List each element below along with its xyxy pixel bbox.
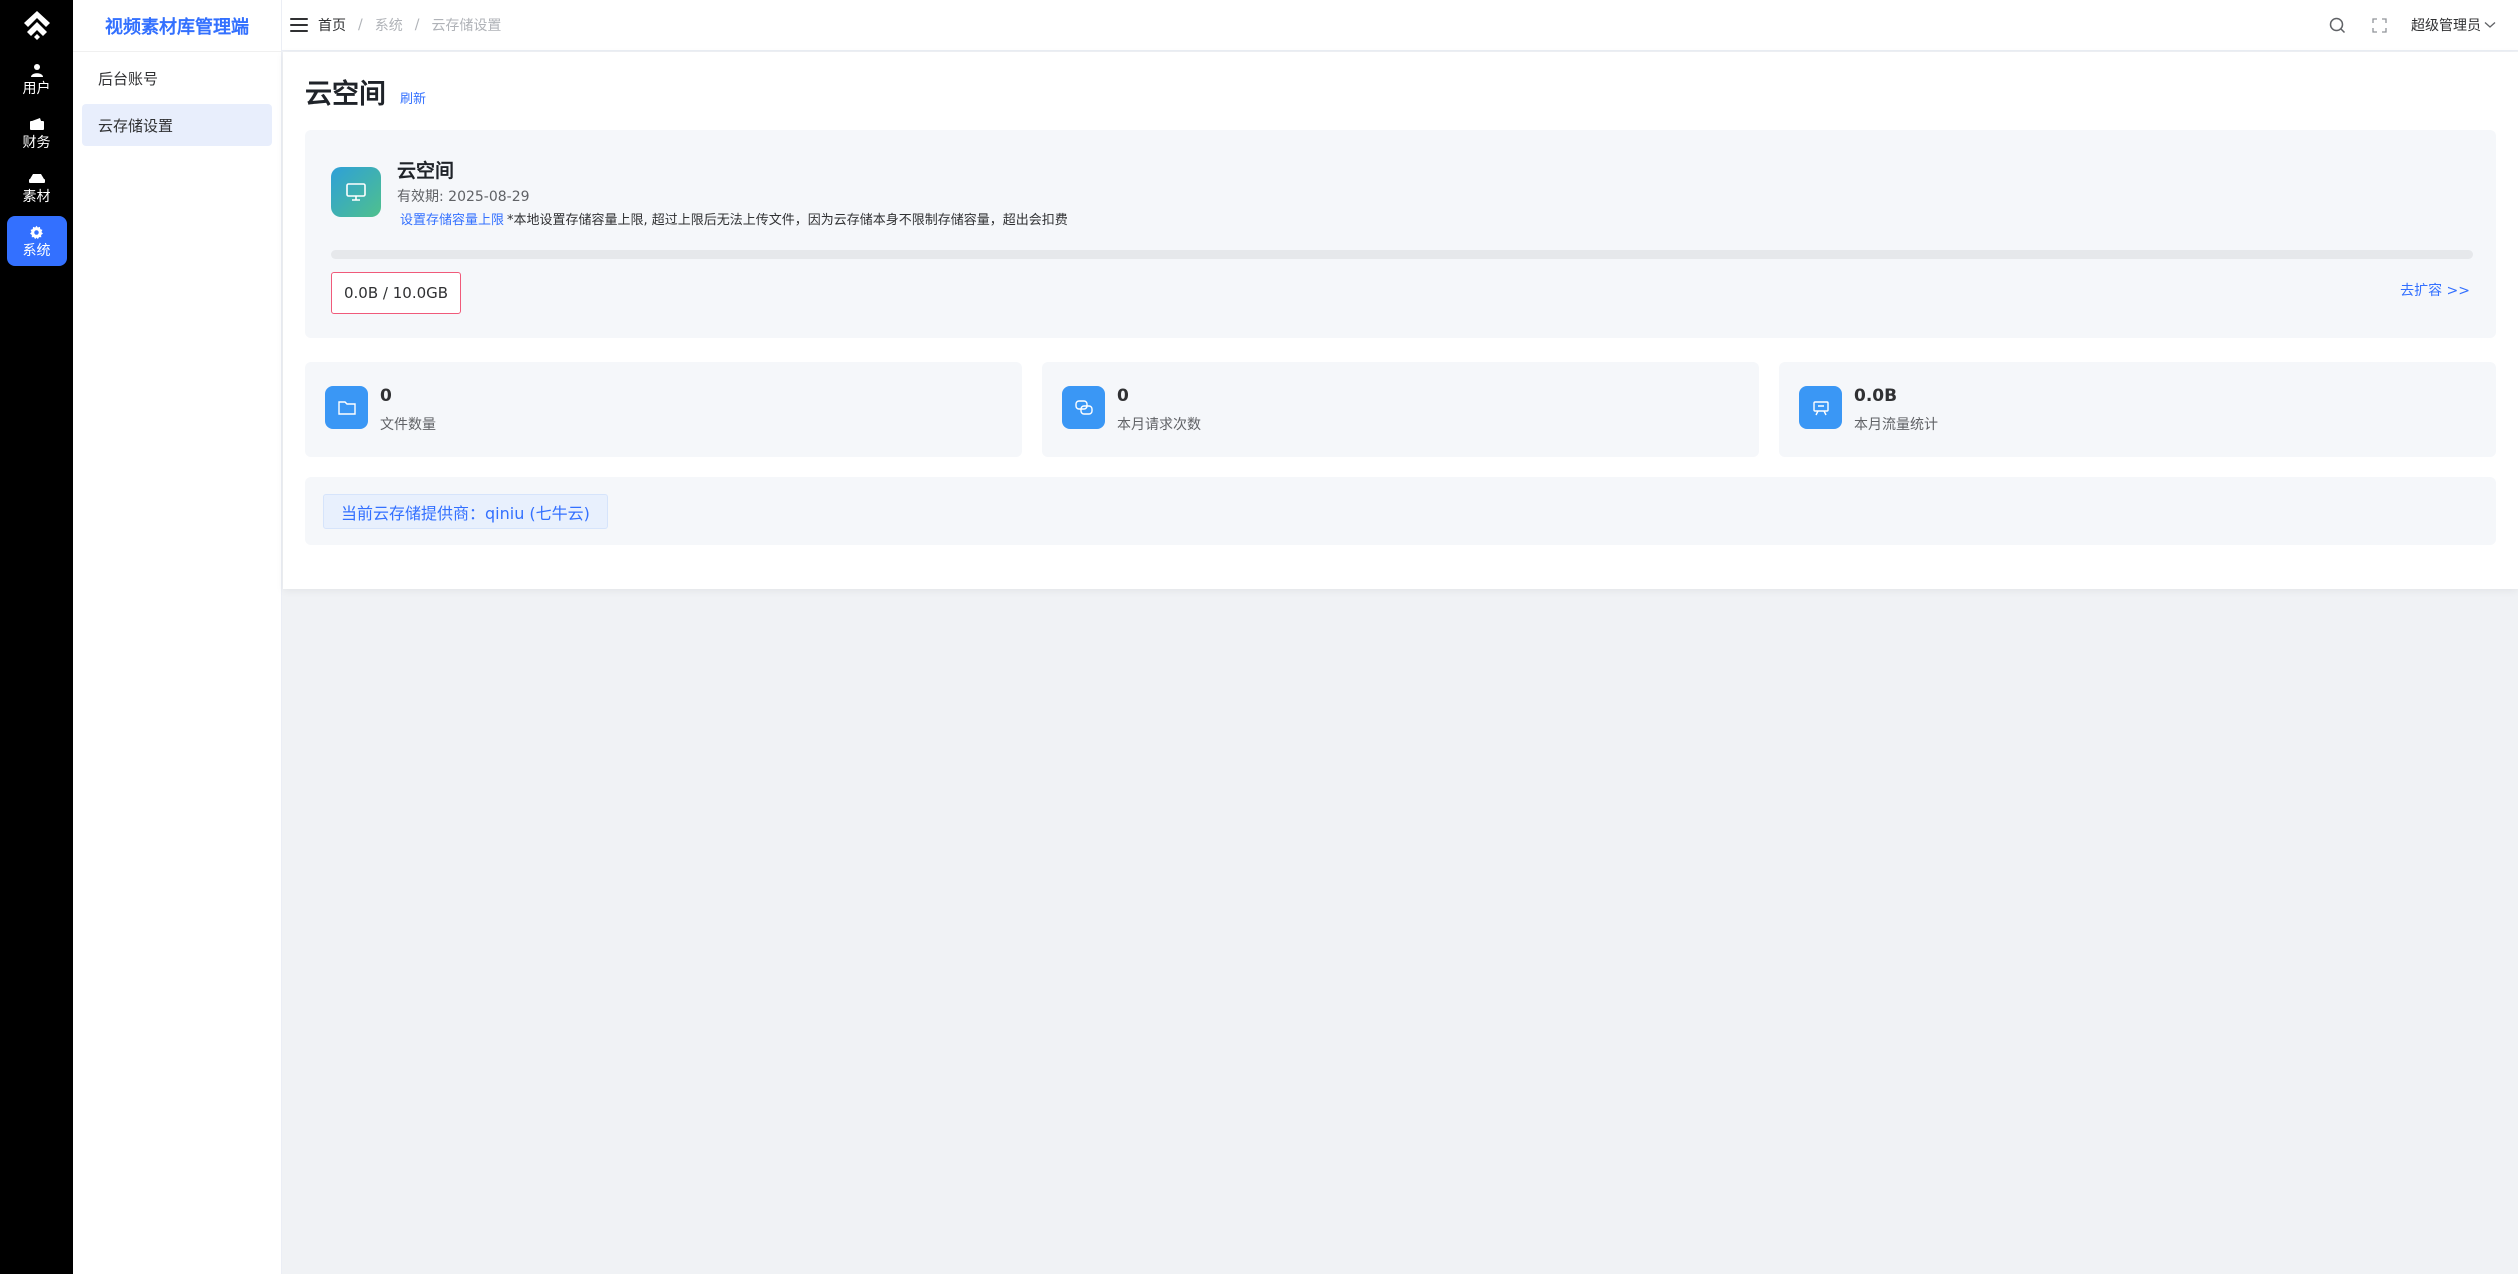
breadcrumb-separator: / bbox=[358, 17, 363, 33]
user-name-label: 超级管理员 bbox=[2411, 18, 2481, 34]
page-header: 云空间 刷新 bbox=[305, 72, 426, 111]
stat-value: 0.0B bbox=[1854, 386, 1898, 406]
header-actions: 超级管理员 bbox=[2305, 15, 2496, 35]
stat-card-files: 0 文件数量 bbox=[305, 362, 1022, 457]
provider-card: 当前云存储提供商：qiniu (七牛云) bbox=[305, 477, 2496, 545]
traffic-icon bbox=[1799, 386, 1842, 429]
set-storage-limit-link[interactable]: 设置存储容量上限 bbox=[400, 213, 504, 228]
app-logo[interactable] bbox=[0, 0, 73, 50]
stat-card-requests: 0 本月请求次数 bbox=[1042, 362, 1759, 457]
breadcrumb-current: 云存储设置 bbox=[431, 18, 502, 34]
requests-icon bbox=[1062, 386, 1105, 429]
stat-value: 0 bbox=[1117, 386, 1129, 406]
breadcrumb-home[interactable]: 首页 bbox=[318, 15, 346, 35]
wallet-icon bbox=[29, 115, 45, 133]
user-menu[interactable]: 超级管理员 bbox=[2411, 15, 2496, 35]
gear-icon bbox=[29, 223, 44, 241]
expand-capacity-link[interactable]: 去扩容 >> bbox=[2400, 280, 2470, 300]
breadcrumb-separator: / bbox=[414, 17, 420, 33]
stat-label: 本月流量统计 bbox=[1854, 417, 1938, 433]
subnav-item-cloud-storage[interactable]: 云存储设置 bbox=[82, 104, 272, 146]
folder-icon bbox=[325, 386, 368, 429]
rail-item-finance[interactable]: 财务 bbox=[7, 108, 67, 158]
menu-toggle-icon[interactable] bbox=[290, 18, 308, 32]
stat-value: 0 bbox=[380, 386, 392, 406]
chevron-down-icon bbox=[2484, 22, 2496, 28]
provider-tag: 当前云存储提供商：qiniu (七牛云) bbox=[323, 494, 608, 529]
breadcrumb: 首页 / 系统 / 云存储设置 bbox=[318, 15, 501, 35]
page-title: 云空间 bbox=[305, 79, 386, 110]
rail-item-label: 素材 bbox=[22, 189, 51, 205]
rail-item-label: 财务 bbox=[22, 135, 51, 151]
space-name: 云空间 bbox=[397, 160, 455, 182]
sub-navigation: 视频素材库管理端 后台账号 云存储设置 bbox=[73, 0, 282, 1274]
top-header: 首页 / 系统 / 云存储设置 超级管理员 bbox=[282, 0, 2518, 51]
storage-usage-badge: 0.0B / 10.0GB bbox=[331, 272, 462, 314]
logo-icon bbox=[23, 11, 50, 40]
stat-label: 本月请求次数 bbox=[1117, 417, 1201, 433]
storage-limit-warning: *本地设置存储容量上限, 超过上限后无法上传文件，因为云存储本身不限制存储容量，… bbox=[507, 213, 1068, 228]
stats-row: 0 文件数量 0 本月请求次数 0.0B 本月流量统计 bbox=[305, 362, 2496, 457]
refresh-link[interactable]: 刷新 bbox=[400, 88, 426, 107]
breadcrumb-system: 系统 bbox=[374, 18, 403, 34]
fullscreen-icon[interactable] bbox=[2369, 15, 2389, 35]
subnav-item-admin-accounts[interactable]: 后台账号 bbox=[82, 57, 272, 99]
storage-limit-note: 设置存储容量上限 *本地设置存储容量上限, 超过上限后无法上传文件，因为云存储本身… bbox=[397, 209, 1068, 228]
user-icon bbox=[30, 61, 44, 79]
app-title: 视频素材库管理端 bbox=[73, 0, 281, 52]
rail-item-system[interactable]: 系统 bbox=[6, 216, 67, 266]
subnav-item-label: 后台账号 bbox=[98, 69, 159, 88]
stat-label: 文件数量 bbox=[380, 417, 436, 433]
cloud-space-card: 云空间 有效期: 2025-08-29 设置存储容量上限 *本地设置存储容量上限,… bbox=[305, 130, 2496, 338]
main-content: 云空间 刷新 云空间 有效期: 2025-08-29 设置存储容量上限 *本地设置… bbox=[283, 52, 2518, 589]
materials-icon bbox=[28, 169, 46, 187]
rail-item-label: 用户 bbox=[22, 81, 51, 97]
stat-card-traffic: 0.0B 本月流量统计 bbox=[1779, 362, 2496, 457]
rail-item-users[interactable]: 用户 bbox=[7, 54, 67, 104]
app-rail: 用户 财务 素材 系统 bbox=[0, 0, 73, 1274]
rail-item-materials[interactable]: 素材 bbox=[7, 162, 67, 212]
storage-progress-bar bbox=[331, 250, 2473, 259]
space-expiry: 有效期: 2025-08-29 bbox=[397, 189, 530, 205]
search-icon[interactable] bbox=[2327, 15, 2347, 35]
monitor-icon bbox=[331, 167, 381, 217]
subnav-item-label: 云存储设置 bbox=[98, 116, 174, 135]
rail-item-label: 系统 bbox=[22, 243, 51, 259]
